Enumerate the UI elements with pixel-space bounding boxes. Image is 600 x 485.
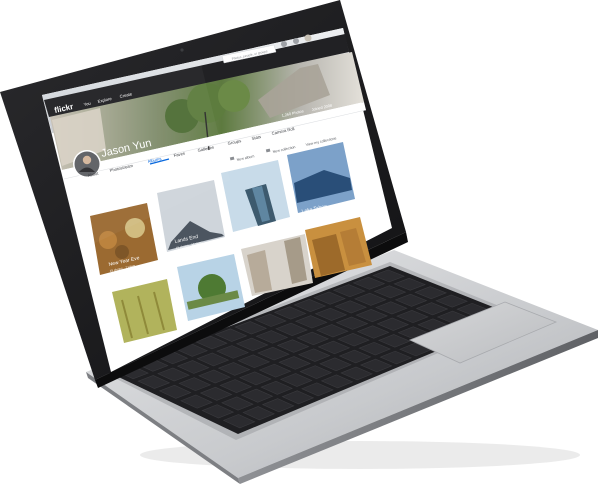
camera	[180, 48, 184, 52]
laptop-illustration: flickr You Explore Create Photos, people…	[0, 0, 598, 484]
user-menu-icon[interactable]	[304, 34, 312, 42]
notifications-icon[interactable]	[293, 38, 299, 44]
upload-icon[interactable]	[281, 41, 287, 47]
